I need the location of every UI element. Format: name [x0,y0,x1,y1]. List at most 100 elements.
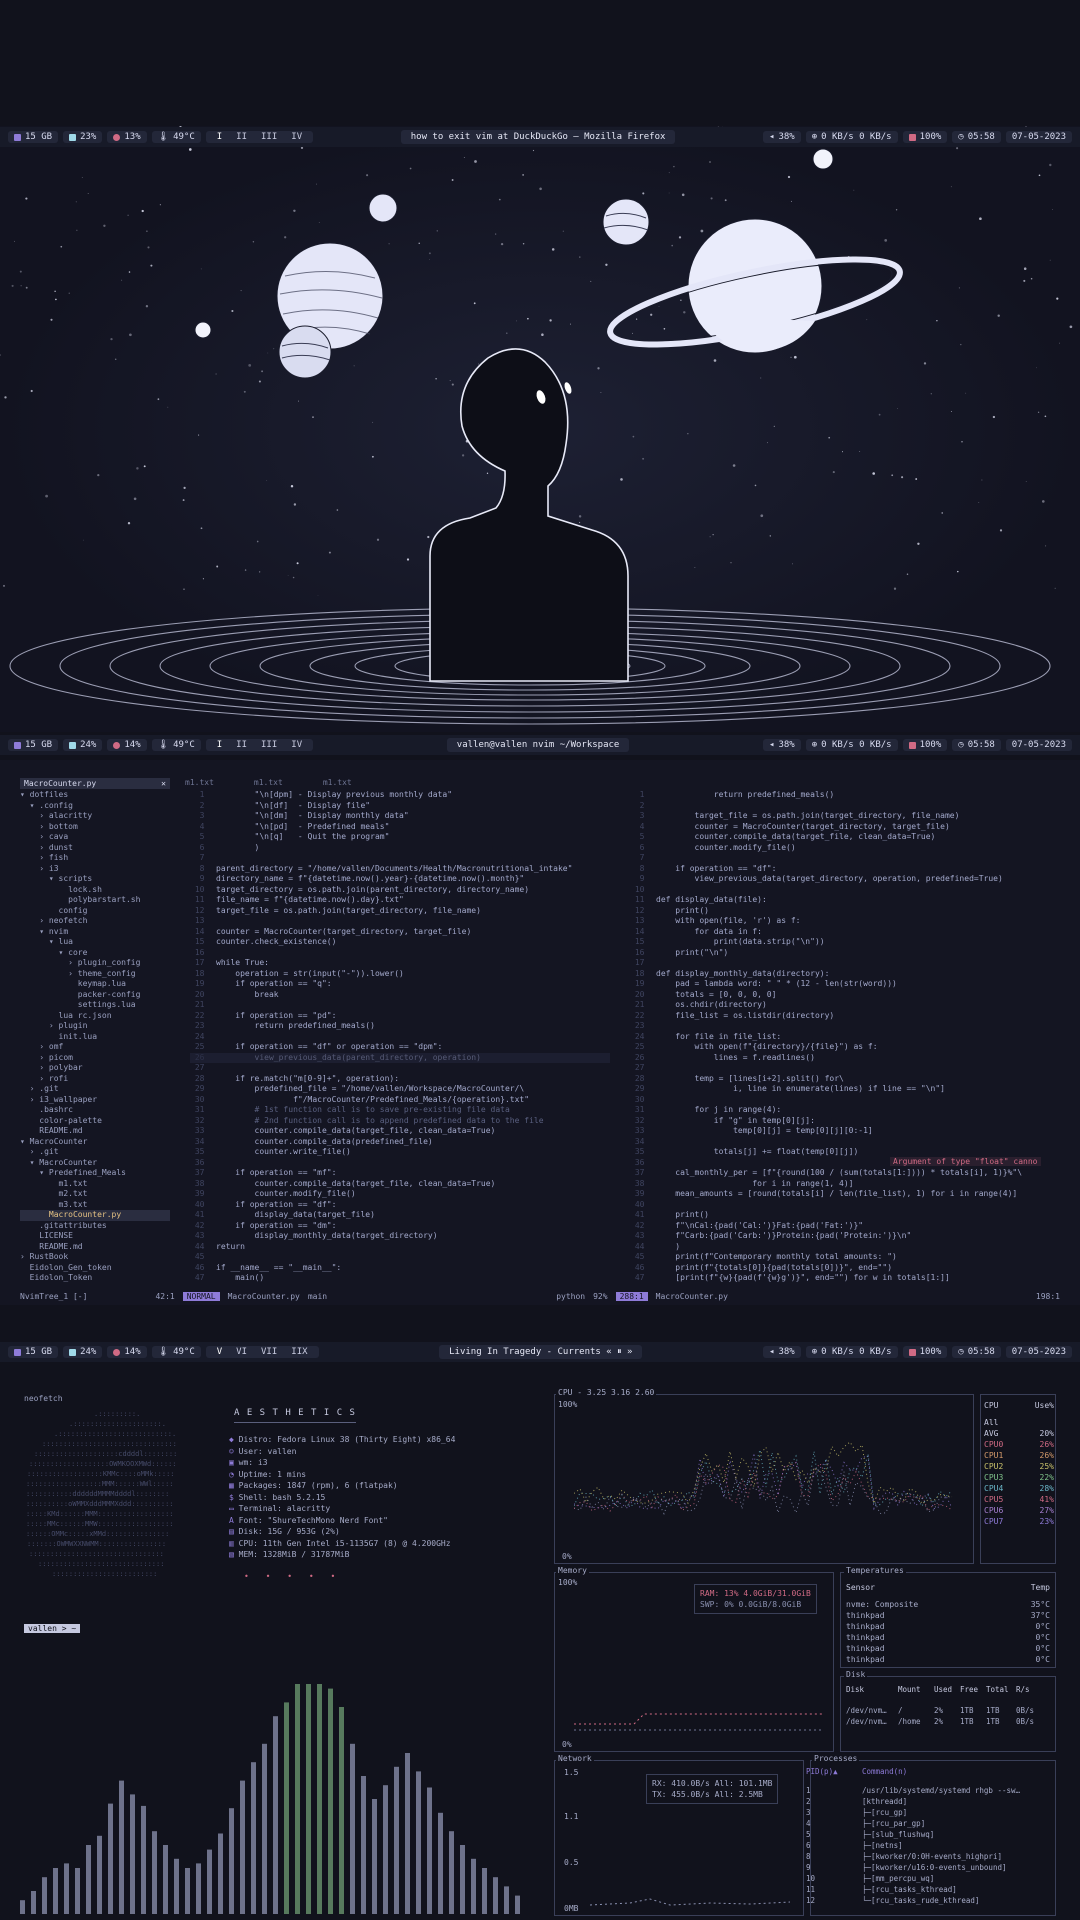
cpu-row[interactable]: CPU5 41% [984,1494,1054,1505]
disk-row[interactable]: /dev/nvm… /home 2% 1TB 1TB 0B/s [846,1716,1052,1727]
tree-item[interactable]: lock.sh [20,885,170,896]
temp-row[interactable]: thinkpad 0°C [846,1632,1050,1643]
workspace-8[interactable]: IIX [286,1347,312,1357]
volume-module[interactable]: ◂ 38% [763,131,801,143]
processes-table[interactable]: PID(p)▲ Command(n) 1/usr/lib/systemd/syste… [806,1766,1052,1906]
tree-item[interactable]: › bottom [20,822,170,833]
temp-row[interactable]: thinkpad 0°C [846,1621,1050,1632]
tree-item[interactable]: › .git [20,1084,170,1095]
tree-item[interactable]: › neofetch [20,916,170,927]
cpu-row[interactable]: CPU2 25% [984,1461,1054,1472]
code-pane-right[interactable]: 1 return predefined_meals() 2 3 target_f… [630,790,1060,1285]
temp-row[interactable]: thinkpad 37°C [846,1610,1050,1621]
workspace-1[interactable]: I [212,740,227,750]
tab-m1[interactable]: m1.txt [185,778,214,787]
volume-module[interactable]: ◂ 38% [763,739,801,751]
close-icon[interactable]: ✕ [161,779,166,788]
tree-item[interactable]: ▾ Predefined_Meals [20,1168,170,1179]
volume-module[interactable]: ◂ 38% [763,1346,801,1358]
tree-item[interactable]: › picom [20,1053,170,1064]
tree-item[interactable]: ▾ core [20,948,170,959]
process-row[interactable]: 1/usr/lib/systemd/systemd rhgb --sw… [806,1785,1052,1796]
tree-item[interactable]: › theme_config [20,969,170,980]
cpu-row[interactable]: CPU4 28% [984,1483,1054,1494]
media-controls-icon[interactable]: « ⏸ » [606,1347,632,1357]
tree-item[interactable]: › fish [20,853,170,864]
tree-item[interactable]: LICENSE [20,1231,170,1242]
tree-item[interactable]: m3.txt [20,1200,170,1211]
workspace-7[interactable]: VII [256,1347,282,1357]
tree-item[interactable]: › alacritty [20,811,170,822]
tree-item[interactable]: ▾ dotfiles [20,790,170,801]
tree-item[interactable]: ▾ .config [20,801,170,812]
tab-m2[interactable]: m1.txt [254,778,283,787]
disk-row[interactable]: /dev/nvm… / 2% 1TB 1TB 0B/s [846,1705,1052,1716]
tree-item[interactable]: settings.lua [20,1000,170,1011]
cpu-row[interactable]: CPU3 22% [984,1472,1054,1483]
tree-item[interactable]: ▾ scripts [20,874,170,885]
process-row[interactable]: 8 ├─[kworker/0:0H-events_highpri] [806,1851,1052,1862]
process-row[interactable]: 6 ├─[netns] [806,1840,1052,1851]
tree-item[interactable]: ▾ MacroCounter [20,1158,170,1169]
cpu-row[interactable]: AVG 20% [984,1428,1054,1439]
tree-header[interactable]: MacroCounter.py ✕ [20,778,170,789]
column-header[interactable]: Command(n) [862,1766,907,1777]
workspace-2[interactable]: II [231,740,252,750]
tree-item[interactable]: lua rc.json [20,1011,170,1022]
workspace-3[interactable]: III [256,132,282,142]
workspace-3[interactable]: III [256,740,282,750]
process-row[interactable]: 10 ├─[mm_percpu_wq] [806,1873,1052,1884]
process-row[interactable]: 2 [kthreadd] [806,1796,1052,1807]
temp-row[interactable]: thinkpad 0°C [846,1654,1050,1665]
media-title[interactable]: Living In Tragedy - Currents « ⏸ » [439,1345,643,1359]
cpu-row[interactable]: CPU0 26% [984,1439,1054,1450]
tree-item[interactable]: Eidolon_Token [20,1273,170,1284]
tree-item[interactable]: color-palette [20,1116,170,1127]
workspace-4[interactable]: IV [286,132,307,142]
tab-m3[interactable]: m1.txt [323,778,352,787]
tree-item[interactable]: › i3_wallpaper [20,1095,170,1106]
code-pane-left[interactable]: 1 "\n[dpm] - Display previous monthly da… [190,790,610,1285]
temperatures-table[interactable]: Sensor Temp nvme: Composite 35°C thinkpad 37°… [846,1582,1050,1665]
shell-prompt[interactable]: vallen > ~ [24,1624,81,1633]
workspace-6[interactable]: VI [231,1347,252,1357]
tree-item[interactable]: › polybar [20,1063,170,1074]
cpu-row[interactable]: CPU1 26% [984,1450,1054,1461]
cpu-row[interactable]: All [984,1417,1054,1428]
column-header[interactable]: PID(p)▲ [806,1766,862,1777]
tree-item[interactable]: ▾ lua [20,937,170,948]
process-row[interactable]: 12 └─[rcu_tasks_rude_kthread] [806,1895,1052,1906]
neofetch-terminal[interactable]: neofetch .:::::::::. .::::::::::::::::::… [24,1394,534,1664]
tree-item[interactable]: › dunst [20,843,170,854]
tree-item[interactable]: polybarstart.sh [20,895,170,906]
tree-item[interactable]: › .git [20,1147,170,1158]
process-row[interactable]: 3 ├─[rcu_gp] [806,1807,1052,1818]
tree-item[interactable]: › RustBook [20,1252,170,1263]
workspace-1[interactable]: I [212,132,227,142]
tree-item[interactable]: › i3 [20,864,170,875]
tree-item[interactable]: m1.txt [20,1179,170,1190]
tree-item[interactable]: config [20,906,170,917]
temp-row[interactable]: nvme: Composite 35°C [846,1599,1050,1610]
tree-item[interactable]: packer-config [20,990,170,1001]
workspace-2[interactable]: II [231,132,252,142]
disk-table[interactable]: Disk Mount Used Free Total R/s/dev/nvm… / 2% 1TB… [846,1684,1052,1727]
tree-item[interactable]: › plugin [20,1021,170,1032]
tree-item[interactable]: .bashrc [20,1105,170,1116]
process-row[interactable]: 9 ├─[kworker/u16:0-events_unbound] [806,1862,1052,1873]
tree-item[interactable]: ▾ nvim [20,927,170,938]
workspace-4[interactable]: IV [286,740,307,750]
tree-item[interactable]: › plugin_config [20,958,170,969]
process-row[interactable]: 4 ├─[rcu_par_gp] [806,1818,1052,1829]
cpu-usage-list[interactable]: CPU Use% All AVG 20% CPU0 26% CPU1 26% CPU2 25% CPU… [984,1400,1054,1527]
workspace-5[interactable]: V [212,1347,227,1357]
tree-item[interactable]: README.md [20,1126,170,1137]
cpu-row[interactable]: CPU7 23% [984,1516,1054,1527]
tree-item[interactable]: keymap.lua [20,979,170,990]
tree-item[interactable]: init.lua [20,1032,170,1043]
tree-item[interactable]: › cava [20,832,170,843]
tree-item[interactable]: Eidolon_Gen_token [20,1263,170,1274]
temp-row[interactable]: thinkpad 0°C [846,1643,1050,1654]
tree-item[interactable]: ▾ MacroCounter [20,1137,170,1148]
tree-item[interactable]: m2.txt [20,1189,170,1200]
